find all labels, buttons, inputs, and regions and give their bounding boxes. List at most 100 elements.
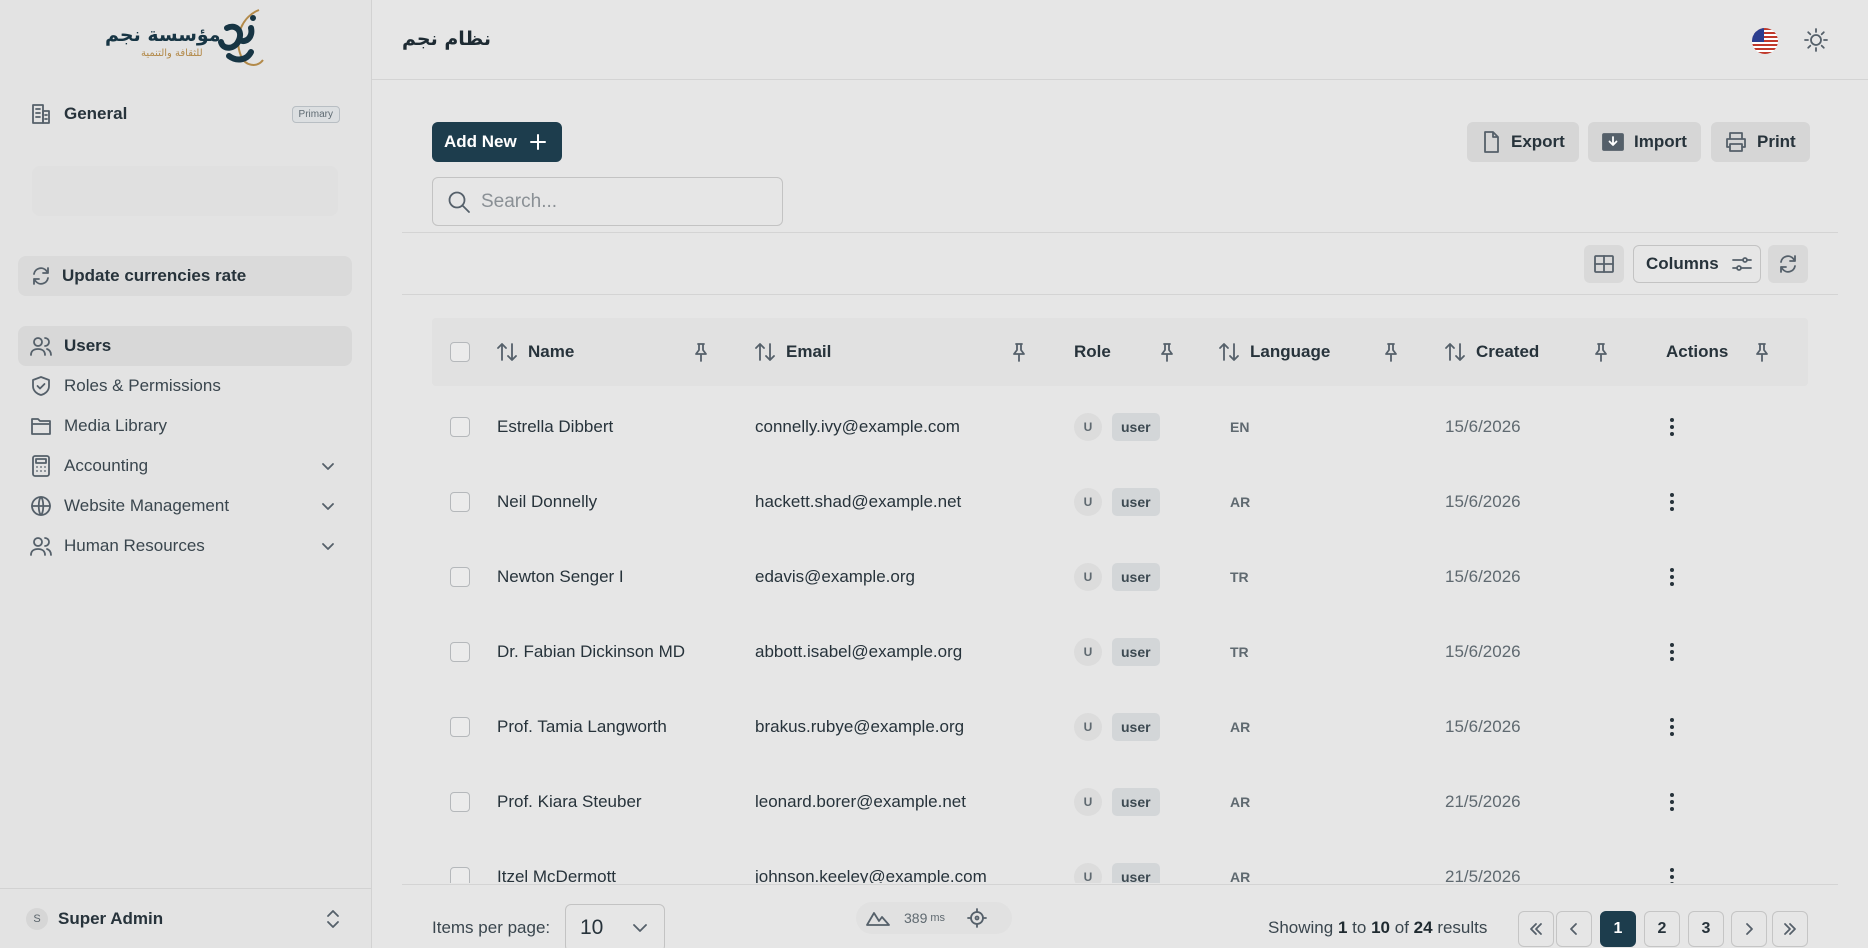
performance-indicator[interactable]: 389 ms <box>856 902 1012 934</box>
row-actions-menu[interactable] <box>1669 389 1675 464</box>
results-to-word: to <box>1352 918 1367 937</box>
row-actions-menu[interactable] <box>1669 689 1675 764</box>
row-actions-menu[interactable] <box>1669 614 1675 689</box>
pin-icon[interactable] <box>1753 342 1771 362</box>
sidebar-item-label: Website Management <box>64 496 230 515</box>
sidebar-item-users[interactable]: Users <box>18 326 352 366</box>
column-header-created[interactable]: Created <box>1444 318 1539 386</box>
grid-view-button[interactable] <box>1584 245 1624 283</box>
refresh-table-button[interactable] <box>1768 245 1808 283</box>
table-row[interactable]: Itzel McDermott johnson.keeley@example.c… <box>432 839 1808 883</box>
last-page-button[interactable] <box>1772 911 1808 947</box>
cell-language: TR <box>1230 643 1249 660</box>
brand-name: مؤسسة نجم <box>105 24 221 46</box>
sidebar-item-hr[interactable]: Human Resources <box>18 526 352 566</box>
row-checkbox[interactable] <box>450 764 470 839</box>
chevron-down-icon[interactable] <box>320 538 336 554</box>
chevrons-right-icon <box>1782 921 1798 937</box>
role-initial: U <box>1074 487 1102 516</box>
sidebar-item-label: Accounting <box>64 456 149 475</box>
sidebar-item-media[interactable]: Media Library <box>18 406 352 446</box>
columns-button[interactable]: Columns <box>1633 245 1761 283</box>
chevron-up-down-icon[interactable] <box>325 908 341 930</box>
row-checkbox[interactable] <box>450 689 470 764</box>
table-row[interactable]: Prof. Kiara Steuber leonard.borer@exampl… <box>432 764 1808 839</box>
table-row[interactable]: Dr. Fabian Dickinson MD abbott.isabel@ex… <box>432 614 1808 689</box>
print-button[interactable]: Print <box>1711 122 1810 162</box>
results-total: 24 <box>1413 918 1433 937</box>
column-header-language[interactable]: Language <box>1218 318 1330 386</box>
import-button[interactable]: Import <box>1588 122 1701 162</box>
table-row[interactable]: Newton Senger I edavis@example.org U use… <box>432 539 1808 614</box>
table-body: Estrella Dibbert connelly.ivy@example.co… <box>432 389 1808 883</box>
theme-toggle-sun-icon[interactable] <box>1802 26 1830 54</box>
crosshair-icon[interactable] <box>967 908 987 928</box>
items-per-page-value: 10 <box>580 916 604 939</box>
prev-page-button[interactable] <box>1556 911 1592 947</box>
sidebar-item-accounting[interactable]: Accounting <box>18 446 352 486</box>
sidebar-item-roles[interactable]: Roles & Permissions <box>18 366 352 406</box>
kebab-icon <box>1669 567 1675 587</box>
people-icon <box>30 535 52 557</box>
row-actions-menu[interactable] <box>1669 539 1675 614</box>
kebab-icon <box>1669 717 1675 737</box>
brand-logo[interactable]: مؤسسة نجم للثقافة والتنمية <box>105 6 265 74</box>
search-box[interactable] <box>432 177 783 226</box>
row-actions-menu[interactable] <box>1669 464 1675 539</box>
table-row[interactable]: Estrella Dibbert connelly.ivy@example.co… <box>432 389 1808 464</box>
us-flag-icon[interactable] <box>1752 28 1778 54</box>
perf-value: 389 <box>904 910 928 926</box>
first-page-button[interactable] <box>1518 911 1554 947</box>
column-header-email[interactable]: Email <box>754 318 831 386</box>
cell-name: Dr. Fabian Dickinson MD <box>497 641 686 661</box>
row-checkbox[interactable] <box>450 614 470 689</box>
pin-icon[interactable] <box>1592 342 1610 362</box>
sidebar-item-label: Roles & Permissions <box>64 376 221 395</box>
role-initial: U <box>1074 712 1102 741</box>
role-initial: U <box>1074 862 1102 883</box>
sidebar: مؤسسة نجم للثقافة والتنمية General Prima… <box>0 0 372 948</box>
items-per-page-select[interactable]: 10 <box>565 904 665 948</box>
pin-icon[interactable] <box>1382 342 1400 362</box>
pin-icon[interactable] <box>1010 342 1028 362</box>
sliders-icon <box>1731 254 1753 274</box>
chevron-down-icon[interactable] <box>320 498 336 514</box>
folder-icon <box>30 415 52 437</box>
sort-icon <box>1218 341 1240 363</box>
mountain-logo-icon <box>866 909 890 927</box>
page-title: نظام نجم <box>402 28 492 50</box>
pin-icon[interactable] <box>1158 342 1176 362</box>
row-actions-menu[interactable] <box>1669 764 1675 839</box>
column-label: Email <box>786 342 832 361</box>
kebab-icon <box>1669 792 1675 812</box>
cell-created: 15/6/2026 <box>1445 491 1521 511</box>
row-checkbox[interactable] <box>450 839 470 883</box>
user-menu[interactable]: S Super Admin <box>0 888 371 948</box>
page-button-3[interactable]: 3 <box>1688 911 1724 947</box>
results-to: 10 <box>1371 918 1390 937</box>
refresh-icon <box>30 265 52 287</box>
select-all-checkbox[interactable] <box>450 318 470 386</box>
column-label: Actions <box>1666 342 1729 361</box>
page-button-1[interactable]: 1 <box>1600 911 1636 947</box>
building-icon <box>30 103 52 125</box>
row-checkbox[interactable] <box>450 389 470 464</box>
row-checkbox[interactable] <box>450 464 470 539</box>
pin-icon[interactable] <box>692 342 710 362</box>
items-per-page-label: Items per page: <box>432 918 551 937</box>
add-new-button[interactable]: Add New <box>432 122 562 162</box>
table-row[interactable]: Prof. Tamia Langworth brakus.rubye@examp… <box>432 689 1808 764</box>
page-button-2[interactable]: 2 <box>1644 911 1680 947</box>
table-row[interactable]: Neil Donnelly hackett.shad@example.net U… <box>432 464 1808 539</box>
next-page-button[interactable] <box>1731 911 1767 947</box>
workspace-selector[interactable]: General Primary <box>30 100 340 128</box>
export-button[interactable]: Export <box>1467 122 1579 162</box>
chevron-down-icon[interactable] <box>320 458 336 474</box>
cell-role: U user <box>1074 689 1160 764</box>
search-input[interactable] <box>481 190 761 213</box>
update-currencies-button[interactable]: Update currencies rate <box>18 256 352 296</box>
row-checkbox[interactable] <box>450 539 470 614</box>
row-actions-menu[interactable] <box>1669 839 1675 883</box>
sidebar-item-website[interactable]: Website Management <box>18 486 352 526</box>
column-header-name[interactable]: Name <box>496 318 574 386</box>
